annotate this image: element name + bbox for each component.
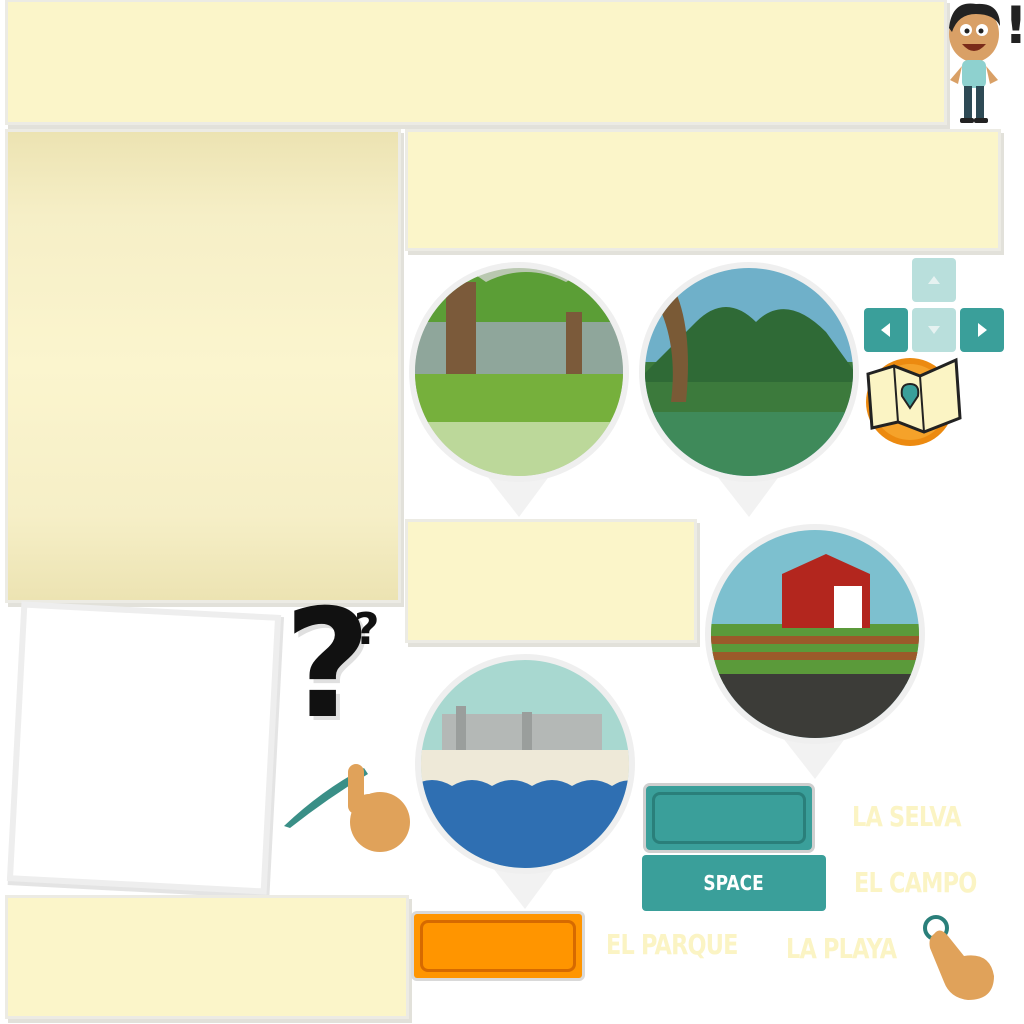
tap-hand-icon	[929, 930, 994, 1000]
map-button[interactable]	[864, 354, 964, 450]
tap-pointer-hand	[923, 915, 994, 1000]
left-tall-panel	[8, 132, 398, 600]
question-mark-small: ?	[354, 604, 380, 655]
beach-scene-bubble[interactable]	[412, 654, 638, 912]
down-arrow-key[interactable]	[912, 308, 956, 352]
bottom-left-panel	[8, 898, 406, 1016]
label-el-parque[interactable]: EL PARQUE	[606, 928, 738, 961]
teal-button-inner	[652, 792, 806, 844]
right-top-panel	[408, 132, 998, 248]
arrow-down-icon	[928, 326, 940, 334]
exclaim-mark: !	[1004, 0, 1024, 56]
label-la-playa[interactable]: LA PLAYA	[786, 932, 897, 965]
space-key-label: SPACE	[703, 871, 765, 895]
middle-panel	[408, 522, 694, 640]
orange-blank-button[interactable]	[414, 914, 582, 978]
teal-blank-button[interactable]	[646, 786, 812, 850]
right-arrow-key[interactable]	[960, 308, 1004, 352]
arrow-up-icon	[928, 276, 940, 284]
jungle-scene-bubble[interactable]	[636, 262, 862, 520]
park-scene-bubble[interactable]	[406, 262, 632, 520]
space-key[interactable]: SPACE	[642, 855, 826, 911]
label-el-campo[interactable]: EL CAMPO	[854, 866, 977, 899]
arrow-keys	[864, 258, 1008, 354]
farm-scene-bubble[interactable]	[702, 524, 928, 782]
pointer-hand-icon	[348, 764, 410, 852]
label-la-selva[interactable]: LA SELVA	[852, 800, 962, 833]
swipe-pointer-hand	[284, 764, 410, 852]
white-note-card	[13, 607, 275, 889]
orange-button-inner	[420, 920, 576, 972]
up-arrow-key[interactable]	[912, 258, 956, 302]
left-arrow-key[interactable]	[864, 308, 908, 352]
character-sprite: !	[944, 0, 1024, 125]
top-banner-panel	[8, 2, 944, 122]
arrow-right-icon	[978, 323, 987, 337]
arrow-left-icon	[881, 323, 890, 337]
